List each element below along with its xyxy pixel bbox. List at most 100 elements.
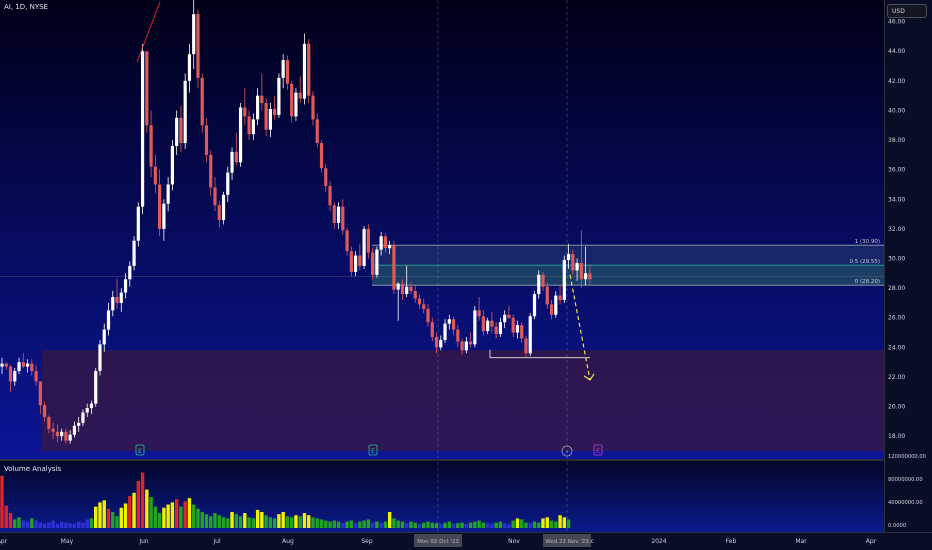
- candle-body: [136, 206, 140, 241]
- candle-body: [226, 172, 230, 195]
- candle-body: [584, 273, 588, 280]
- time-tick-label: Sep: [361, 538, 373, 545]
- volume-bar: [13, 519, 17, 528]
- candle-body: [413, 291, 417, 299]
- volume-bar: [174, 499, 179, 528]
- volume-bar: [94, 506, 98, 528]
- price-tick-label: 38.00: [888, 137, 905, 144]
- candle-body: [158, 184, 162, 229]
- volume-bar: [243, 513, 247, 528]
- volume-bar: [537, 522, 541, 528]
- candle-body: [336, 206, 341, 223]
- candle-body: [111, 297, 115, 311]
- volume-bar: [217, 515, 221, 528]
- candle-body: [196, 14, 200, 78]
- candle-body: [285, 60, 290, 84]
- volume-bar: [119, 507, 123, 528]
- candle-body: [72, 425, 77, 435]
- candle-body: [38, 381, 42, 406]
- currency-button[interactable]: USD: [887, 4, 927, 18]
- candle-body: [439, 339, 443, 348]
- candle-body: [315, 119, 319, 144]
- volume-bar: [468, 522, 473, 528]
- volume-bar: [132, 492, 136, 528]
- candle-body: [128, 265, 132, 280]
- symbol-title[interactable]: AI, 1D, NYSE: [4, 3, 48, 11]
- volume-bar: [81, 522, 85, 528]
- candle-body: [251, 119, 255, 135]
- volume-bar: [204, 514, 209, 528]
- volume-bar: [515, 518, 520, 528]
- volume-bar: [494, 522, 498, 528]
- candle-body: [579, 262, 583, 280]
- volume-pane-title[interactable]: Volume Analysis: [4, 465, 61, 473]
- candle-body: [469, 341, 473, 345]
- candle-body: [243, 107, 247, 117]
- candle-body: [51, 428, 55, 432]
- volume-bar: [328, 521, 332, 528]
- candle-body: [179, 117, 183, 144]
- candle-body: [115, 297, 119, 303]
- volume-bar: [341, 522, 345, 528]
- volume-bar: [370, 522, 375, 528]
- candle-body: [392, 245, 396, 290]
- candle-body: [464, 341, 468, 351]
- volume-bar: [17, 517, 21, 528]
- candle-body: [162, 203, 166, 229]
- candle-body: [238, 107, 243, 163]
- candle-body: [170, 145, 174, 185]
- volume-bar: [272, 518, 277, 528]
- volume-bar: [511, 520, 515, 528]
- volume-bar: [481, 522, 486, 528]
- candle-body: [81, 412, 85, 423]
- candle-body: [371, 252, 375, 275]
- price-tick-label: 40.00: [888, 107, 905, 114]
- volume-bar: [21, 520, 25, 528]
- volume-bar: [30, 518, 34, 528]
- time-tick-label: Jun: [138, 538, 149, 545]
- candle-body: [562, 259, 566, 300]
- volume-bar: [434, 523, 439, 528]
- candle-body: [311, 95, 315, 120]
- candle-body: [379, 236, 383, 250]
- volume-bar: [72, 523, 77, 528]
- candle-body: [273, 108, 277, 115]
- volume-bar: [405, 522, 409, 528]
- volume-bar: [324, 520, 328, 528]
- volume-bar: [311, 517, 315, 528]
- price-tick-label: 28.00: [888, 285, 905, 292]
- volume-bar: [213, 513, 217, 528]
- candle-body: [524, 338, 528, 354]
- volume-bar: [562, 517, 567, 528]
- volume-bar: [375, 521, 379, 528]
- candle-body: [451, 319, 456, 330]
- volume-bar: [498, 521, 503, 528]
- candle-body: [209, 154, 213, 188]
- candle-body: [298, 92, 302, 99]
- candle-body: [98, 344, 102, 372]
- volume-bar: [379, 522, 383, 528]
- volume-bar: [413, 522, 417, 528]
- trend-line: [136, 1, 161, 63]
- candle-body: [507, 314, 511, 318]
- candle-body: [213, 187, 217, 206]
- candle-body: [290, 83, 294, 117]
- candle-body: [302, 43, 307, 99]
- candle-body: [217, 205, 221, 221]
- candle-body: [396, 283, 400, 290]
- price-tick-label: 26.00: [888, 315, 905, 322]
- candle-body: [520, 325, 524, 339]
- candle-body: [375, 249, 379, 275]
- price-tick-label: 46.00: [888, 19, 905, 26]
- crosshair-date-label: Mon 02 Oct '23: [417, 539, 459, 545]
- candle-body: [460, 341, 464, 351]
- candle-body: [204, 125, 209, 155]
- candle-body: [481, 316, 485, 332]
- volume-bar: [123, 503, 128, 528]
- time-tick-label: Mar: [795, 538, 807, 545]
- volume-bar: [409, 521, 413, 528]
- volume-bar: [200, 512, 204, 528]
- volume-bar: [362, 520, 366, 528]
- volume-bar: [400, 521, 405, 528]
- volume-bar: [153, 506, 158, 528]
